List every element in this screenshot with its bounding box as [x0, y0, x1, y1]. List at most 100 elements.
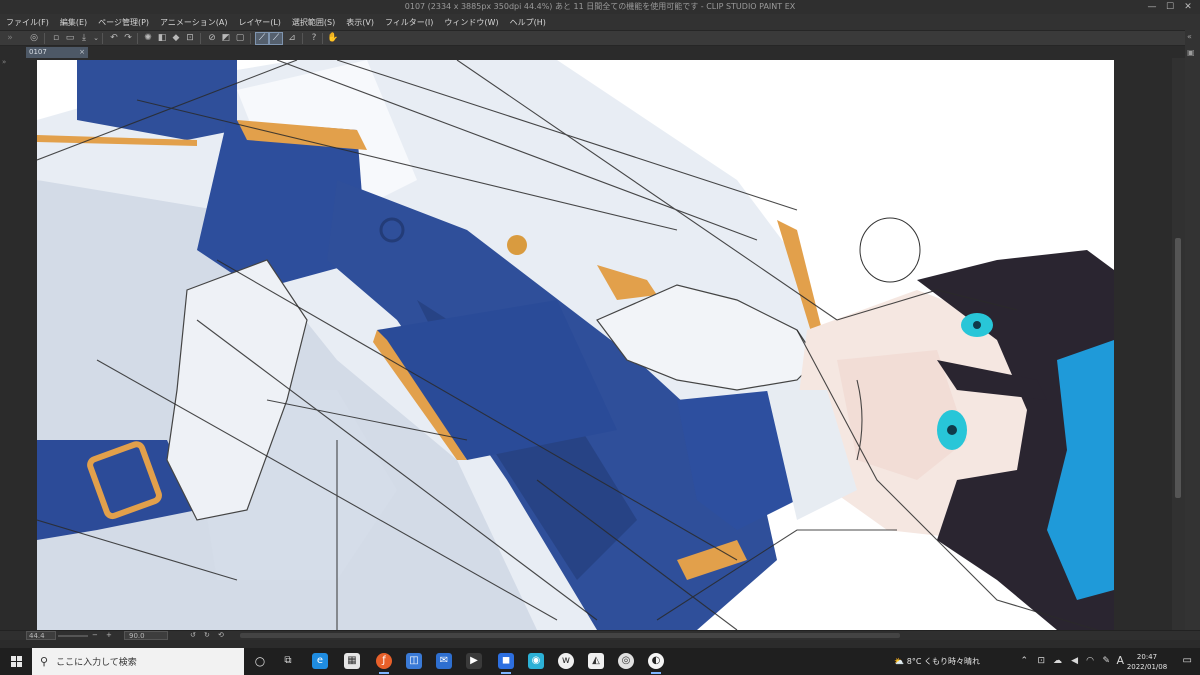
help-icon[interactable]: ?	[308, 33, 320, 44]
new-icon[interactable]: ▫	[50, 33, 62, 44]
wacom-icon[interactable]: w	[558, 653, 574, 669]
menu-filter[interactable]: フィルター(I)	[385, 17, 433, 28]
notification-icon[interactable]: ▭	[1183, 655, 1192, 666]
transform-icon[interactable]: ⊡	[184, 33, 196, 44]
snap-special-ruler-icon[interactable]: ⟋	[269, 32, 283, 45]
zoom-value[interactable]: 44.4	[26, 631, 56, 640]
task-view-icon[interactable]: ⧉	[280, 653, 296, 669]
taskbar-search-box[interactable]: ⚲ ここに入力して検索	[32, 648, 244, 675]
photos-icon[interactable]: ▦	[344, 653, 360, 669]
toolbar-separator	[102, 33, 103, 44]
save-icon[interactable]: ⤓	[78, 33, 90, 44]
zoom-in-button[interactable]: +	[106, 631, 112, 640]
panel-icon[interactable]: ▣	[1187, 48, 1195, 57]
reset-rotation-icon[interactable]: ⟲	[218, 631, 224, 640]
cortana-icon[interactable]: ○	[252, 653, 268, 669]
network-icon[interactable]: ⊡	[1037, 656, 1045, 666]
fill-bucket-icon[interactable]: ◆	[170, 33, 182, 44]
status-bar: 44.4 − + 90.0 ↺ ↻ ⟲	[0, 630, 1200, 640]
toolbar-separator	[44, 33, 45, 44]
artwork	[37, 60, 1114, 630]
windows-logo-icon	[10, 656, 22, 667]
menu-layer[interactable]: レイヤー(L)	[238, 17, 280, 28]
clip-studio-launcher-icon[interactable]: ◎	[618, 653, 634, 669]
volume-icon[interactable]: ◀	[1071, 656, 1078, 666]
start-button[interactable]	[0, 648, 32, 675]
clear-icon[interactable]: ✺	[142, 33, 154, 44]
clip-studio-paint-icon[interactable]: ◐	[648, 653, 664, 674]
left-panel-gutter: »	[0, 58, 37, 630]
search-placeholder: ここに入力して検索	[56, 658, 137, 668]
vertical-scrollbar[interactable]	[1172, 58, 1185, 630]
menu-page[interactable]: ページ管理(P)	[98, 17, 149, 28]
horizontal-scrollbar[interactable]	[240, 633, 900, 638]
window-title: 0107 (2334 x 3885px 350dpi 44.4%) あと 11 …	[404, 2, 796, 11]
document-tab[interactable]: 0107 ×	[26, 47, 88, 58]
chat-app-icon[interactable]: ◉	[528, 653, 544, 669]
chevron-down-icon[interactable]: ⌄	[90, 33, 102, 44]
store-icon[interactable]: ◫	[406, 653, 422, 669]
menu-window[interactable]: ウィンドウ(W)	[444, 17, 498, 28]
title-bar: 0107 (2334 x 3885px 350dpi 44.4%) あと 11 …	[0, 0, 1200, 14]
clock-date: 2022/01/08	[1126, 663, 1168, 671]
edge-icon[interactable]: e	[312, 653, 328, 669]
toolbar-separator	[200, 33, 201, 44]
snap-ruler-icon[interactable]: ⟋	[255, 32, 269, 45]
windows-taskbar: ⚲ ここに入力して検索 ○ ⧉ e ▦ ƒ ◫ ✉ ▶ ◼ ◉ w ◭ ◎ ◐ …	[0, 648, 1200, 675]
document-tab-label: 0107	[29, 48, 47, 56]
mail-icon[interactable]: ✉	[436, 653, 452, 669]
clock-time: 20:47	[1136, 653, 1158, 661]
canvas-background-right	[1114, 58, 1172, 630]
close-tab-icon[interactable]: ×	[79, 47, 85, 58]
search-icon: ⚲	[40, 655, 49, 668]
toolbar-separator	[302, 33, 303, 44]
zoom-out-button[interactable]: −	[92, 631, 98, 640]
media-icon[interactable]: ▶	[466, 653, 482, 669]
zoom-slider[interactable]	[58, 635, 88, 637]
panel-collapse-icon[interactable]: »	[4, 33, 16, 44]
clip-studio-icon[interactable]: ◎	[28, 33, 40, 44]
selection-border-icon[interactable]: ▢	[234, 33, 246, 44]
weather-widget[interactable]: ⛅ 8°C くもり時々晴れ	[894, 656, 980, 667]
cloud-icon[interactable]: ☁	[1053, 656, 1062, 666]
gold-button	[507, 235, 527, 255]
chevron-left-icon[interactable]: «	[1187, 32, 1192, 41]
invert-selection-icon[interactable]: ◩	[220, 33, 232, 44]
menu-edit[interactable]: 編集(E)	[60, 17, 87, 28]
ruler-icon[interactable]: ⊿	[286, 33, 298, 44]
close-button[interactable]: ✕	[1180, 0, 1196, 14]
menu-file[interactable]: ファイル(F)	[6, 17, 49, 28]
hand-icon[interactable]: ✋	[327, 33, 339, 44]
speech-bubble-sketch	[859, 217, 921, 283]
weather-text: 8°C くもり時々晴れ	[906, 657, 980, 666]
vertical-scroll-thumb[interactable]	[1175, 238, 1181, 498]
undo-icon[interactable]: ↶	[108, 33, 120, 44]
document-tab-bar: 0107 ×	[0, 46, 1200, 58]
clock[interactable]: 20:47 2022/01/08	[1122, 652, 1172, 672]
minimize-button[interactable]: —	[1144, 0, 1160, 14]
pen-icon[interactable]: ✎	[1102, 656, 1110, 666]
right-panel-strip: « ▣	[1185, 30, 1200, 630]
toolbar-separator	[250, 33, 251, 44]
rotate-left-icon[interactable]: ↺	[190, 631, 196, 640]
menu-help[interactable]: ヘルプ(H)	[510, 17, 546, 28]
paint-app-icon[interactable]: ◭	[588, 653, 604, 669]
deselect-icon[interactable]: ⊘	[206, 33, 218, 44]
maximize-button[interactable]: ☐	[1162, 0, 1178, 14]
open-icon[interactable]: ▭	[64, 33, 76, 44]
redo-icon[interactable]: ↷	[122, 33, 134, 44]
fill-icon[interactable]: ◧	[156, 33, 168, 44]
chevron-right-icon[interactable]: »	[2, 58, 6, 66]
menu-bar: ファイル(F) 編集(E) ページ管理(P) アニメーション(A) レイヤー(L…	[0, 14, 1200, 30]
firefox-icon[interactable]: ƒ	[376, 653, 392, 674]
wifi-icon[interactable]: ◠	[1086, 656, 1094, 666]
command-bar: » ◎ ▫ ▭ ⤓ ⌄ ↶ ↷ ✺ ◧ ◆ ⊡ ⊘ ◩ ▢ ⟋ ⟋ ⊿ ? ✋	[0, 30, 1200, 46]
drawing-canvas[interactable]	[37, 60, 1114, 630]
menu-animation[interactable]: アニメーション(A)	[160, 17, 227, 28]
menu-selection[interactable]: 選択範囲(S)	[292, 17, 335, 28]
rotate-right-icon[interactable]: ↻	[204, 631, 210, 640]
rotation-value[interactable]: 90.0	[124, 631, 168, 640]
app-icon[interactable]: ◼	[498, 653, 514, 674]
menu-view[interactable]: 表示(V)	[346, 17, 374, 28]
chevron-up-icon[interactable]: ⌃	[1020, 656, 1028, 666]
